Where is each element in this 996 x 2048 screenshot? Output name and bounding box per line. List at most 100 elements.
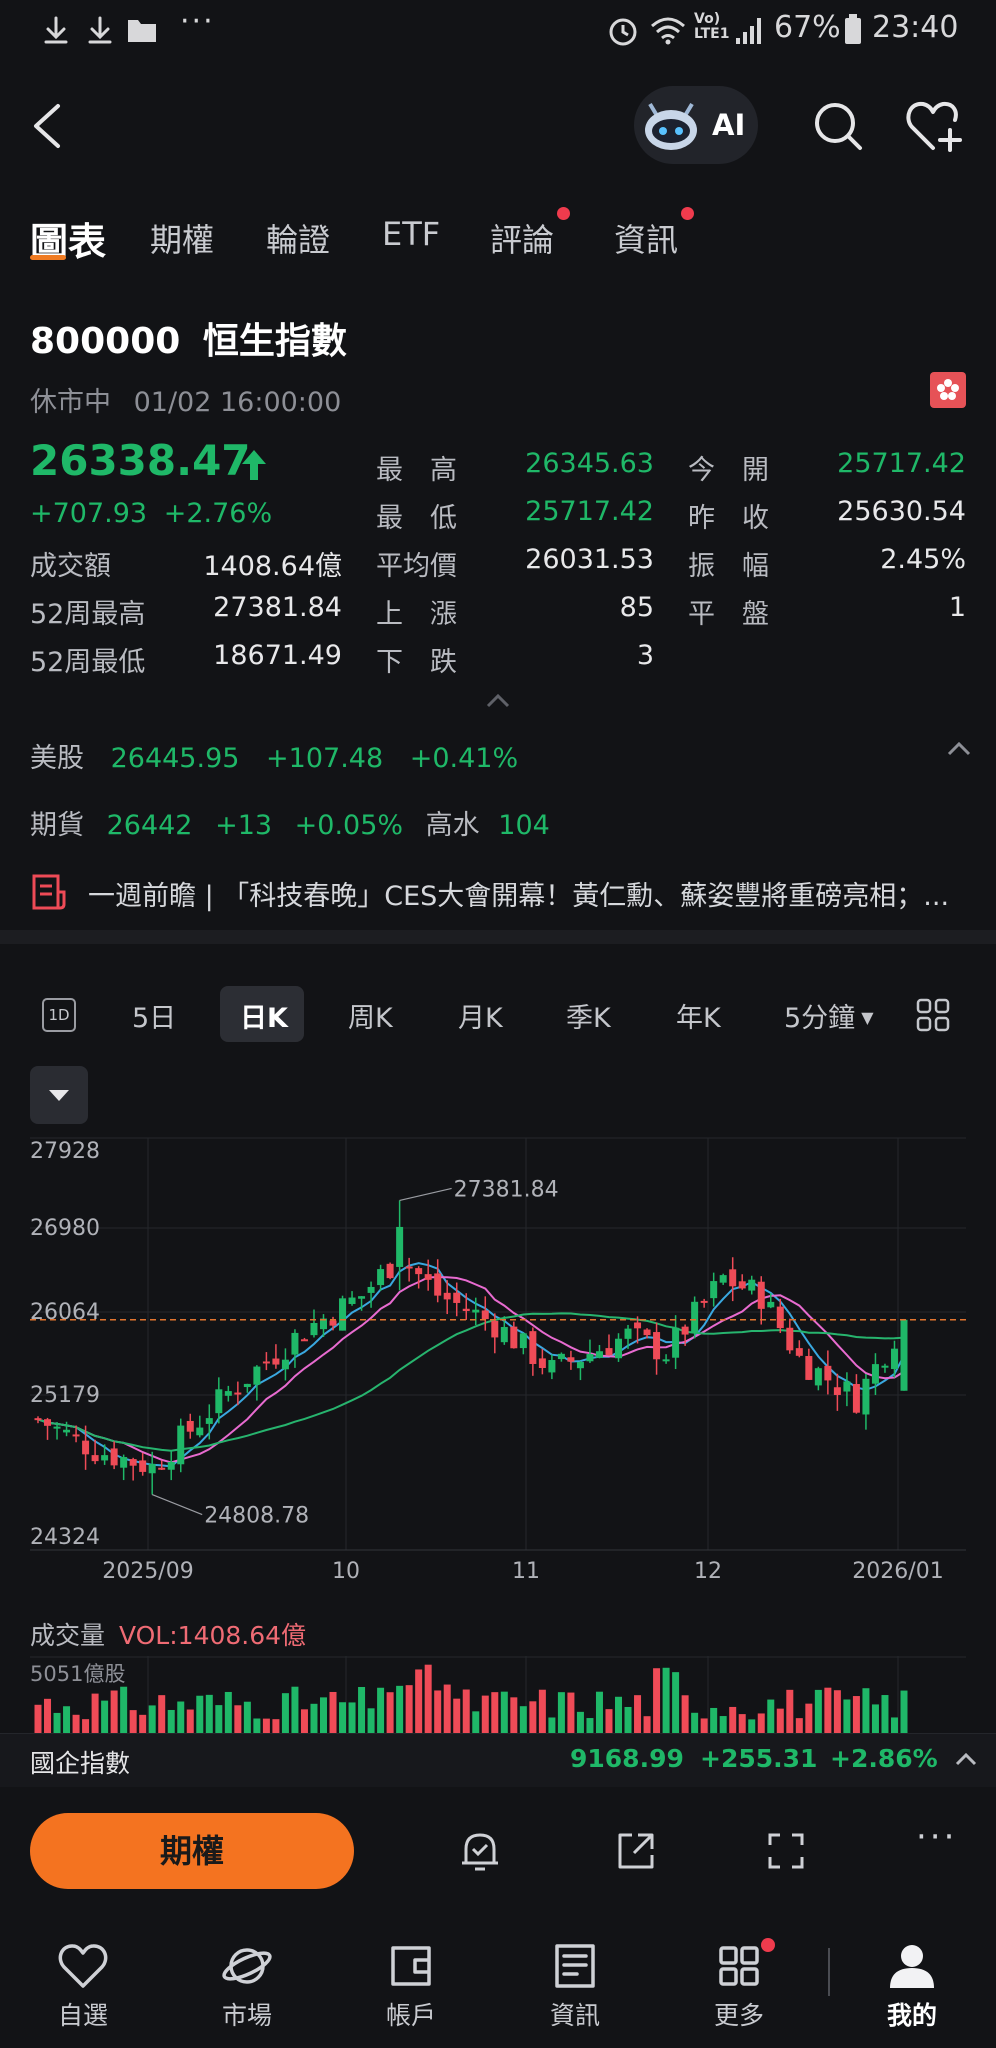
volume-bar — [653, 1668, 661, 1734]
nav-me[interactable]: 我的 — [842, 1942, 982, 2032]
x-tick-label: 12 — [694, 1559, 722, 1580]
search-icon[interactable] — [812, 100, 864, 152]
volume-bar — [443, 1684, 451, 1734]
price-change: +707.93 +2.76% — [30, 498, 273, 529]
candle-body — [415, 1268, 423, 1275]
candle-body — [396, 1226, 404, 1267]
futures-row[interactable]: 期貨 26442 +13 +0.05% 高水 104 — [30, 803, 550, 842]
volume-bar — [205, 1694, 213, 1734]
add-favorite-icon[interactable] — [906, 98, 968, 154]
volume-bar — [405, 1685, 413, 1734]
collapse-chevron-icon[interactable] — [484, 692, 512, 710]
period-5d[interactable]: 5日 — [132, 996, 176, 1035]
52wk-low-value: 18671.49 — [213, 640, 342, 671]
period-daily[interactable]: 日K — [240, 996, 288, 1035]
52wk-low-label: 52周最低 — [30, 647, 146, 678]
volume-bar — [139, 1714, 147, 1734]
more-actions-icon[interactable]: ··· — [916, 1817, 957, 1857]
y-tick-label: 27928 — [30, 1139, 100, 1164]
hong-kong-flag-icon — [930, 372, 966, 408]
candle-body — [757, 1281, 765, 1309]
volume-bar — [196, 1695, 204, 1734]
candle-body — [557, 1353, 565, 1360]
period-yearly[interactable]: 年K — [676, 996, 721, 1035]
candle-body — [386, 1263, 394, 1279]
volume-bar — [595, 1691, 603, 1734]
notification-dot — [681, 207, 695, 220]
y-tick-label: 25179 — [30, 1383, 100, 1408]
volume-bar — [881, 1695, 889, 1734]
news-headline[interactable]: 一週前瞻 | 「科技春晚」CES大會開幕！黃仁勳、蘇姿豐將重磅亮相；... — [88, 874, 968, 913]
candle-body — [862, 1378, 870, 1415]
candle-body — [748, 1279, 756, 1291]
volume-bar — [329, 1691, 337, 1734]
prev-close-value: 25630.54 — [837, 496, 966, 527]
advancers-label: 上 漲 — [376, 599, 457, 630]
candle-body — [205, 1418, 213, 1424]
candle-body — [110, 1448, 118, 1466]
nav-account[interactable]: 帳戶 — [341, 1942, 481, 2032]
volume-bar — [186, 1709, 194, 1734]
volume-chart[interactable] — [0, 1656, 996, 1734]
volume-bar — [281, 1693, 289, 1734]
volume-bar — [548, 1717, 556, 1734]
options-button[interactable]: 期權 — [30, 1813, 354, 1889]
tab-chart[interactable]: 圖表 — [30, 211, 106, 266]
chevron-up-icon[interactable] — [946, 740, 972, 758]
volume-bar — [757, 1713, 765, 1734]
back-icon[interactable] — [28, 100, 68, 152]
expand-chevron-icon[interactable] — [954, 1750, 978, 1768]
chart-settings-dropdown[interactable] — [30, 1066, 88, 1124]
volume-bar — [120, 1686, 128, 1734]
nav-watchlist[interactable]: 自選 — [13, 1942, 153, 2032]
candle-body — [405, 1266, 413, 1269]
candle-body — [805, 1356, 813, 1380]
candlestick-chart[interactable]: 27928 26980 26064 25179 24324 27381.84 24808.7… — [0, 1120, 996, 1580]
ticker-price: 9168.99 — [570, 1744, 684, 1773]
ai-assistant-button[interactable]: AI — [634, 86, 758, 164]
candle-body — [595, 1351, 603, 1358]
period-quarterly[interactable]: 季K — [566, 996, 611, 1035]
tab-etf[interactable]: ETF — [382, 215, 440, 253]
tab-news[interactable]: 資訊 — [614, 207, 695, 261]
candle-body — [852, 1384, 860, 1413]
interval-dropdown[interactable]: 5分鐘 ▼ — [784, 996, 874, 1035]
us-market-row[interactable]: 美股 26445.95 +107.48 +0.41% — [30, 736, 518, 775]
volume-bar — [148, 1705, 156, 1734]
x-tick-label: 10 — [332, 1559, 360, 1580]
candle-body — [519, 1333, 527, 1349]
turnover-value: 1408.64億 — [203, 551, 342, 582]
candle-body — [291, 1332, 299, 1355]
candle-body — [348, 1297, 356, 1304]
one-day-button[interactable]: 1D — [42, 998, 76, 1032]
period-weekly[interactable]: 周K — [348, 996, 393, 1035]
nav-more[interactable]: 更多 — [669, 1938, 809, 2032]
layout-grid-icon[interactable] — [916, 998, 950, 1032]
x-tick-label: 11 — [512, 1559, 540, 1580]
price-alert-icon[interactable] — [458, 1829, 502, 1875]
caret-down-icon — [49, 1090, 69, 1101]
tab-comments[interactable]: 評論 — [490, 207, 571, 261]
candle-body — [339, 1298, 347, 1331]
index-ticker-bar[interactable]: 國企指數 9168.99 +255.31 +2.86% — [0, 1733, 996, 1787]
candle-body — [491, 1320, 499, 1338]
candle-body — [710, 1281, 718, 1299]
nav-news[interactable]: 資訊 — [505, 1942, 645, 2032]
candle-body — [890, 1348, 898, 1370]
volume-bar — [510, 1697, 518, 1734]
wifi-icon — [651, 17, 685, 45]
max-callout-line — [399, 1187, 452, 1202]
candle-body — [786, 1327, 794, 1351]
nav-market[interactable]: 市場 — [177, 1942, 317, 2032]
battery-percent: 67% — [774, 10, 841, 45]
tab-warrants[interactable]: 輪證 — [266, 215, 330, 261]
candle-body — [358, 1296, 366, 1299]
volume-bar — [786, 1689, 794, 1734]
share-icon[interactable] — [614, 1829, 658, 1873]
candle-body — [72, 1434, 80, 1437]
dropdown-caret-icon: ▼ — [861, 1008, 874, 1027]
period-monthly[interactable]: 月K — [458, 996, 503, 1035]
tab-options[interactable]: 期權 — [150, 215, 214, 261]
up-arrow-icon — [242, 450, 266, 480]
fullscreen-icon[interactable] — [766, 1831, 806, 1871]
